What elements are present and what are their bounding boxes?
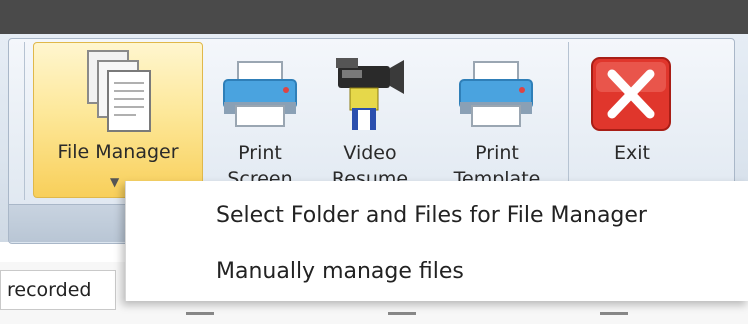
menu-item-manually-manage-files[interactable]: Manually manage files: [216, 259, 464, 284]
printer-icon: [456, 58, 536, 135]
print-template-button[interactable]: Print Template: [432, 42, 562, 198]
status-divider: [186, 312, 214, 315]
dropdown-arrow-icon: ▼: [110, 175, 120, 189]
title-bar: [0, 0, 748, 34]
print-template-label-line1: Print: [475, 142, 519, 164]
video-camera-icon: [332, 52, 408, 141]
menu-item-select-folder-and-files[interactable]: Select Folder and Files for File Manager: [216, 203, 647, 228]
status-text: recorded: [7, 279, 92, 301]
file-manager-label: File Manager: [57, 141, 179, 163]
file-manager-dropdown-menu: Select Folder and Files for File Manager…: [125, 181, 748, 301]
group-separator: [24, 42, 25, 200]
status-divider: [388, 312, 416, 315]
print-screen-button[interactable]: Print Screen: [214, 42, 306, 198]
status-field: recorded: [0, 270, 116, 310]
status-divider: [600, 312, 628, 315]
file-manager-button[interactable]: File Manager ▼: [33, 42, 203, 198]
exit-button[interactable]: Exit: [580, 42, 684, 198]
printer-icon: [220, 58, 300, 135]
group-separator: [568, 42, 569, 200]
documents-icon: [86, 49, 152, 140]
video-resume-button[interactable]: Video Resume: [318, 42, 422, 198]
print-screen-label-line1: Print: [238, 142, 282, 164]
close-icon: [590, 56, 672, 139]
exit-label: Exit: [614, 142, 650, 164]
video-resume-label-line1: Video: [343, 142, 397, 164]
